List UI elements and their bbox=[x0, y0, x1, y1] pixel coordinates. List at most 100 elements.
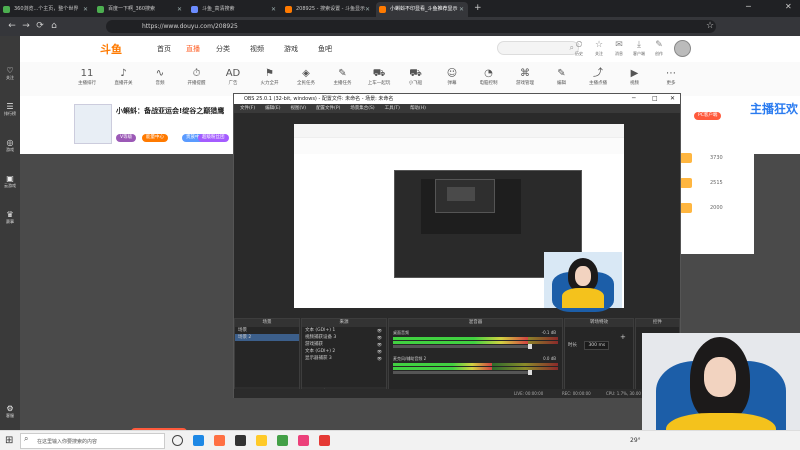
header-icon-button[interactable]: ✉ 消息 bbox=[610, 40, 628, 57]
source-visibility-icon[interactable]: 👁 bbox=[377, 334, 382, 341]
site-nav-item[interactable]: 鱼吧 bbox=[318, 44, 332, 54]
obs-menu-item[interactable]: 视图(V) bbox=[290, 106, 306, 111]
obs-preview[interactable] bbox=[294, 124, 624, 312]
source-item[interactable]: 文本 (GDI+) 1 👁 bbox=[302, 327, 386, 334]
obs-menu-item[interactable]: 文件(F) bbox=[240, 106, 255, 111]
site-nav-item[interactable]: 游戏 bbox=[284, 44, 298, 54]
room-pill-button[interactable]: V等级 bbox=[116, 134, 137, 142]
category-item[interactable]: ♪ 直播开关 bbox=[107, 68, 141, 86]
category-item[interactable]: ◔ 电脑控制 bbox=[472, 68, 506, 86]
url-field[interactable]: https://www.douyu.com/208925 bbox=[106, 20, 716, 33]
source-visibility-icon[interactable]: 👁 bbox=[377, 348, 382, 355]
site-logo[interactable]: 斗鱼 bbox=[100, 41, 134, 57]
category-item[interactable]: ⏱ 开播提醒 bbox=[180, 68, 214, 86]
window-close-icon[interactable]: ✕ bbox=[785, 2, 792, 11]
rank-row[interactable]: 2515 bbox=[680, 177, 750, 191]
tab-close-icon[interactable]: ✕ bbox=[459, 2, 464, 17]
new-tab-button[interactable]: + bbox=[474, 3, 482, 13]
source-item[interactable]: 游戏捕获 👁 bbox=[302, 341, 386, 348]
user-avatar[interactable] bbox=[674, 40, 691, 57]
obs-menu-item[interactable]: 编辑(E) bbox=[265, 106, 280, 111]
taskbar-app-icon[interactable] bbox=[172, 435, 183, 446]
room-pill-button[interactable]: 能量中心 bbox=[142, 134, 168, 142]
category-item[interactable]: 11 主播排行 bbox=[70, 68, 104, 86]
room-pill-button[interactable]: 超级粉丝团 bbox=[198, 134, 229, 142]
left-sidebar-item[interactable]: ▣ 云游戏 bbox=[0, 174, 20, 189]
volume-slider[interactable] bbox=[393, 344, 532, 349]
pc-client-badge[interactable]: PC客户端 bbox=[694, 112, 722, 120]
source-visibility-icon[interactable]: 👁 bbox=[377, 341, 382, 348]
volume-slider-handle[interactable] bbox=[528, 370, 532, 375]
taskbar-app-icon[interactable] bbox=[256, 435, 267, 446]
browser-tab[interactable]: 360浏览...个主页，整个世界 ✕ bbox=[0, 2, 92, 17]
taskbar-search-input[interactable]: 在这里输入你要搜索的内容 bbox=[20, 433, 165, 449]
volume-slider[interactable] bbox=[393, 370, 532, 375]
obs-menu-item[interactable]: 场景集合(S) bbox=[350, 106, 374, 111]
category-item[interactable]: ⛟ 小飞船 bbox=[399, 68, 433, 86]
browser-tab[interactable]: 斗鱼_高清搜索 ✕ bbox=[188, 2, 280, 17]
category-item[interactable]: ⚑ 火力全开 bbox=[253, 68, 287, 86]
obs-menu-item[interactable]: 工具(T) bbox=[385, 106, 400, 111]
category-item[interactable]: ⌘ 游戏管理 bbox=[508, 68, 542, 86]
site-nav-item[interactable]: 直播 bbox=[186, 44, 200, 54]
category-item[interactable]: ⛟ 上车一起玩 bbox=[362, 68, 396, 86]
source-item[interactable]: 显示器捕获 3 👁 bbox=[302, 355, 386, 362]
room-thumbnail[interactable] bbox=[74, 104, 112, 144]
rank-row[interactable]: 2000 bbox=[680, 202, 750, 216]
source-visibility-icon[interactable]: 👁 bbox=[377, 355, 382, 362]
site-nav-item[interactable]: 分类 bbox=[216, 44, 230, 54]
category-item[interactable]: ∿ 音频 bbox=[143, 68, 177, 86]
taskbar-app-icon[interactable] bbox=[298, 435, 309, 446]
site-nav-item[interactable]: 首页 bbox=[157, 44, 171, 54]
bookmark-star-icon[interactable]: ☆ bbox=[704, 20, 716, 32]
obs-menu-item[interactable]: 帮助(H) bbox=[410, 106, 426, 111]
left-sidebar-item[interactable]: ◎ 游戏 bbox=[0, 138, 20, 153]
scene-item[interactable]: 场景 2 bbox=[235, 334, 299, 341]
obs-maximize-icon[interactable]: □ bbox=[652, 94, 658, 104]
left-sidebar-item[interactable]: ☰ 排行榜 bbox=[0, 102, 20, 117]
site-nav-item[interactable]: 视频 bbox=[250, 44, 264, 54]
left-sidebar-item[interactable]: ♛ 赛事 bbox=[0, 210, 20, 225]
tab-close-icon[interactable]: ✕ bbox=[83, 2, 88, 17]
source-item[interactable]: 文本 (GDI+) 2 👁 bbox=[302, 348, 386, 355]
back-icon[interactable]: ← bbox=[6, 20, 18, 32]
weather-temp[interactable]: 29° bbox=[630, 437, 641, 444]
category-item[interactable]: ⋯ 更多 bbox=[654, 68, 688, 86]
category-item[interactable]: ☺ 弹幕 bbox=[435, 68, 469, 86]
tab-close-icon[interactable]: ✕ bbox=[177, 2, 182, 17]
taskbar-app-icon[interactable] bbox=[319, 435, 330, 446]
tab-close-icon[interactable]: ✕ bbox=[271, 2, 276, 17]
taskbar-app-icon[interactable] bbox=[235, 435, 246, 446]
category-item[interactable]: ✎ 主播任务 bbox=[326, 68, 360, 86]
rank-row[interactable]: 3730 bbox=[680, 152, 750, 166]
scene-item[interactable]: 场景 bbox=[235, 327, 299, 334]
taskbar-app-icon[interactable] bbox=[214, 435, 225, 446]
tab-close-icon[interactable]: ✕ bbox=[365, 2, 370, 17]
source-item[interactable]: 视频捕获设备 3 👁 bbox=[302, 334, 386, 341]
category-item[interactable]: ✎ 编辑 bbox=[545, 68, 579, 86]
header-icon-button[interactable]: ☆ 关注 bbox=[590, 40, 608, 57]
taskbar-app-icon[interactable] bbox=[277, 435, 288, 446]
browser-tab[interactable]: 百度一下啊_360搜索 ✕ bbox=[94, 2, 186, 17]
duration-input[interactable]: 300 ms bbox=[584, 341, 610, 350]
category-item[interactable]: AD 广告 bbox=[216, 68, 250, 86]
left-sidebar-item[interactable]: ♡ 关注 bbox=[0, 66, 20, 81]
left-sidebar-item[interactable]: ⚙ 客服 bbox=[0, 404, 20, 419]
obs-minimize-icon[interactable]: ─ bbox=[632, 94, 636, 104]
browser-tab[interactable]: 208925 - 搜索设置 - 斗鱼显示 ✕ bbox=[282, 2, 374, 17]
header-icon-button[interactable]: ⤓ 客户端 bbox=[630, 40, 648, 57]
obs-menu-item[interactable]: 配置文件(P) bbox=[316, 106, 340, 111]
home-icon[interactable]: ⌂ bbox=[48, 20, 60, 32]
transition-add-icon[interactable]: + bbox=[620, 333, 626, 341]
source-visibility-icon[interactable]: 👁 bbox=[377, 327, 382, 334]
window-minimize-icon[interactable]: ─ bbox=[746, 2, 751, 11]
volume-slider-handle[interactable] bbox=[528, 344, 532, 349]
browser-tab[interactable]: 小蝌蚪不印显看_斗鱼推荐显示 ✕ bbox=[376, 2, 468, 17]
promo-banner[interactable]: 主播狂欢 bbox=[750, 102, 798, 162]
taskbar-app-icon[interactable] bbox=[193, 435, 204, 446]
category-item[interactable]: ▶ 视频 bbox=[618, 68, 652, 86]
site-search-input[interactable]: ⌕ bbox=[497, 41, 579, 55]
forward-icon[interactable]: → bbox=[20, 20, 32, 32]
header-icon-button[interactable]: ✎ 创作 bbox=[650, 40, 668, 57]
category-item[interactable]: ⤴ 主播点播 bbox=[581, 68, 615, 86]
